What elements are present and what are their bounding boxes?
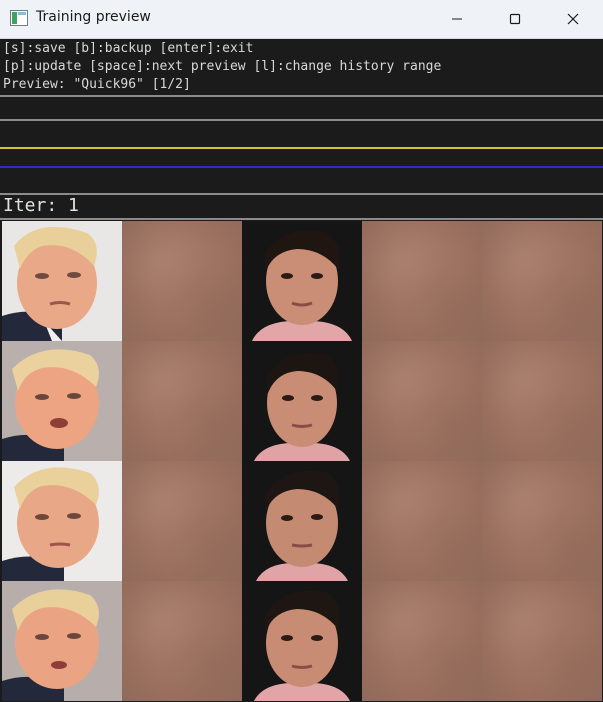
maximize-button[interactable] xyxy=(486,0,544,38)
preview-name-line: Preview: "Quick96" [1/2] xyxy=(3,77,191,92)
swap-predicted-image xyxy=(482,221,602,341)
destination-face-image xyxy=(242,461,362,581)
source-face-image xyxy=(2,221,122,341)
minimize-button[interactable] xyxy=(428,0,486,38)
swap-predicted-image xyxy=(482,461,602,581)
source-predicted-image xyxy=(122,581,242,701)
help-line-update: [p]:update [space]:next preview [l]:chan… xyxy=(3,59,442,74)
maximize-icon xyxy=(509,13,521,25)
separator xyxy=(0,95,603,97)
title-bar[interactable]: Training preview xyxy=(0,0,603,39)
source-face-image xyxy=(2,341,122,461)
source-face-image xyxy=(2,461,122,581)
preview-grid xyxy=(2,221,602,701)
app-window-icon xyxy=(10,10,28,26)
separator xyxy=(0,218,603,220)
minimize-icon xyxy=(452,18,462,20)
source-predicted-image xyxy=(122,221,242,341)
destination-predicted-image xyxy=(362,581,482,701)
source-face-image xyxy=(2,581,122,701)
destination-predicted-image xyxy=(362,221,482,341)
close-button[interactable] xyxy=(544,0,602,38)
iteration-counter: Iter: 1 xyxy=(3,195,79,216)
swap-predicted-image xyxy=(482,341,602,461)
separator xyxy=(0,119,603,121)
window-title: Training preview xyxy=(36,9,151,25)
close-icon xyxy=(567,13,579,25)
preview-content: [s]:save [b]:backup [enter]:exit [p]:upd… xyxy=(0,39,603,702)
training-preview-window: Training preview [s]:save [b]:backup [en… xyxy=(0,0,603,702)
swap-predicted-image xyxy=(482,581,602,701)
loss-graph-src-line xyxy=(0,147,603,149)
destination-face-image xyxy=(242,341,362,461)
destination-face-image xyxy=(242,221,362,341)
separator xyxy=(0,193,603,195)
source-predicted-image xyxy=(122,341,242,461)
help-line-save: [s]:save [b]:backup [enter]:exit xyxy=(3,41,254,56)
source-predicted-image xyxy=(122,461,242,581)
destination-predicted-image xyxy=(362,341,482,461)
destination-face-image xyxy=(242,581,362,701)
destination-predicted-image xyxy=(362,461,482,581)
loss-graph-dst-line xyxy=(0,166,603,168)
